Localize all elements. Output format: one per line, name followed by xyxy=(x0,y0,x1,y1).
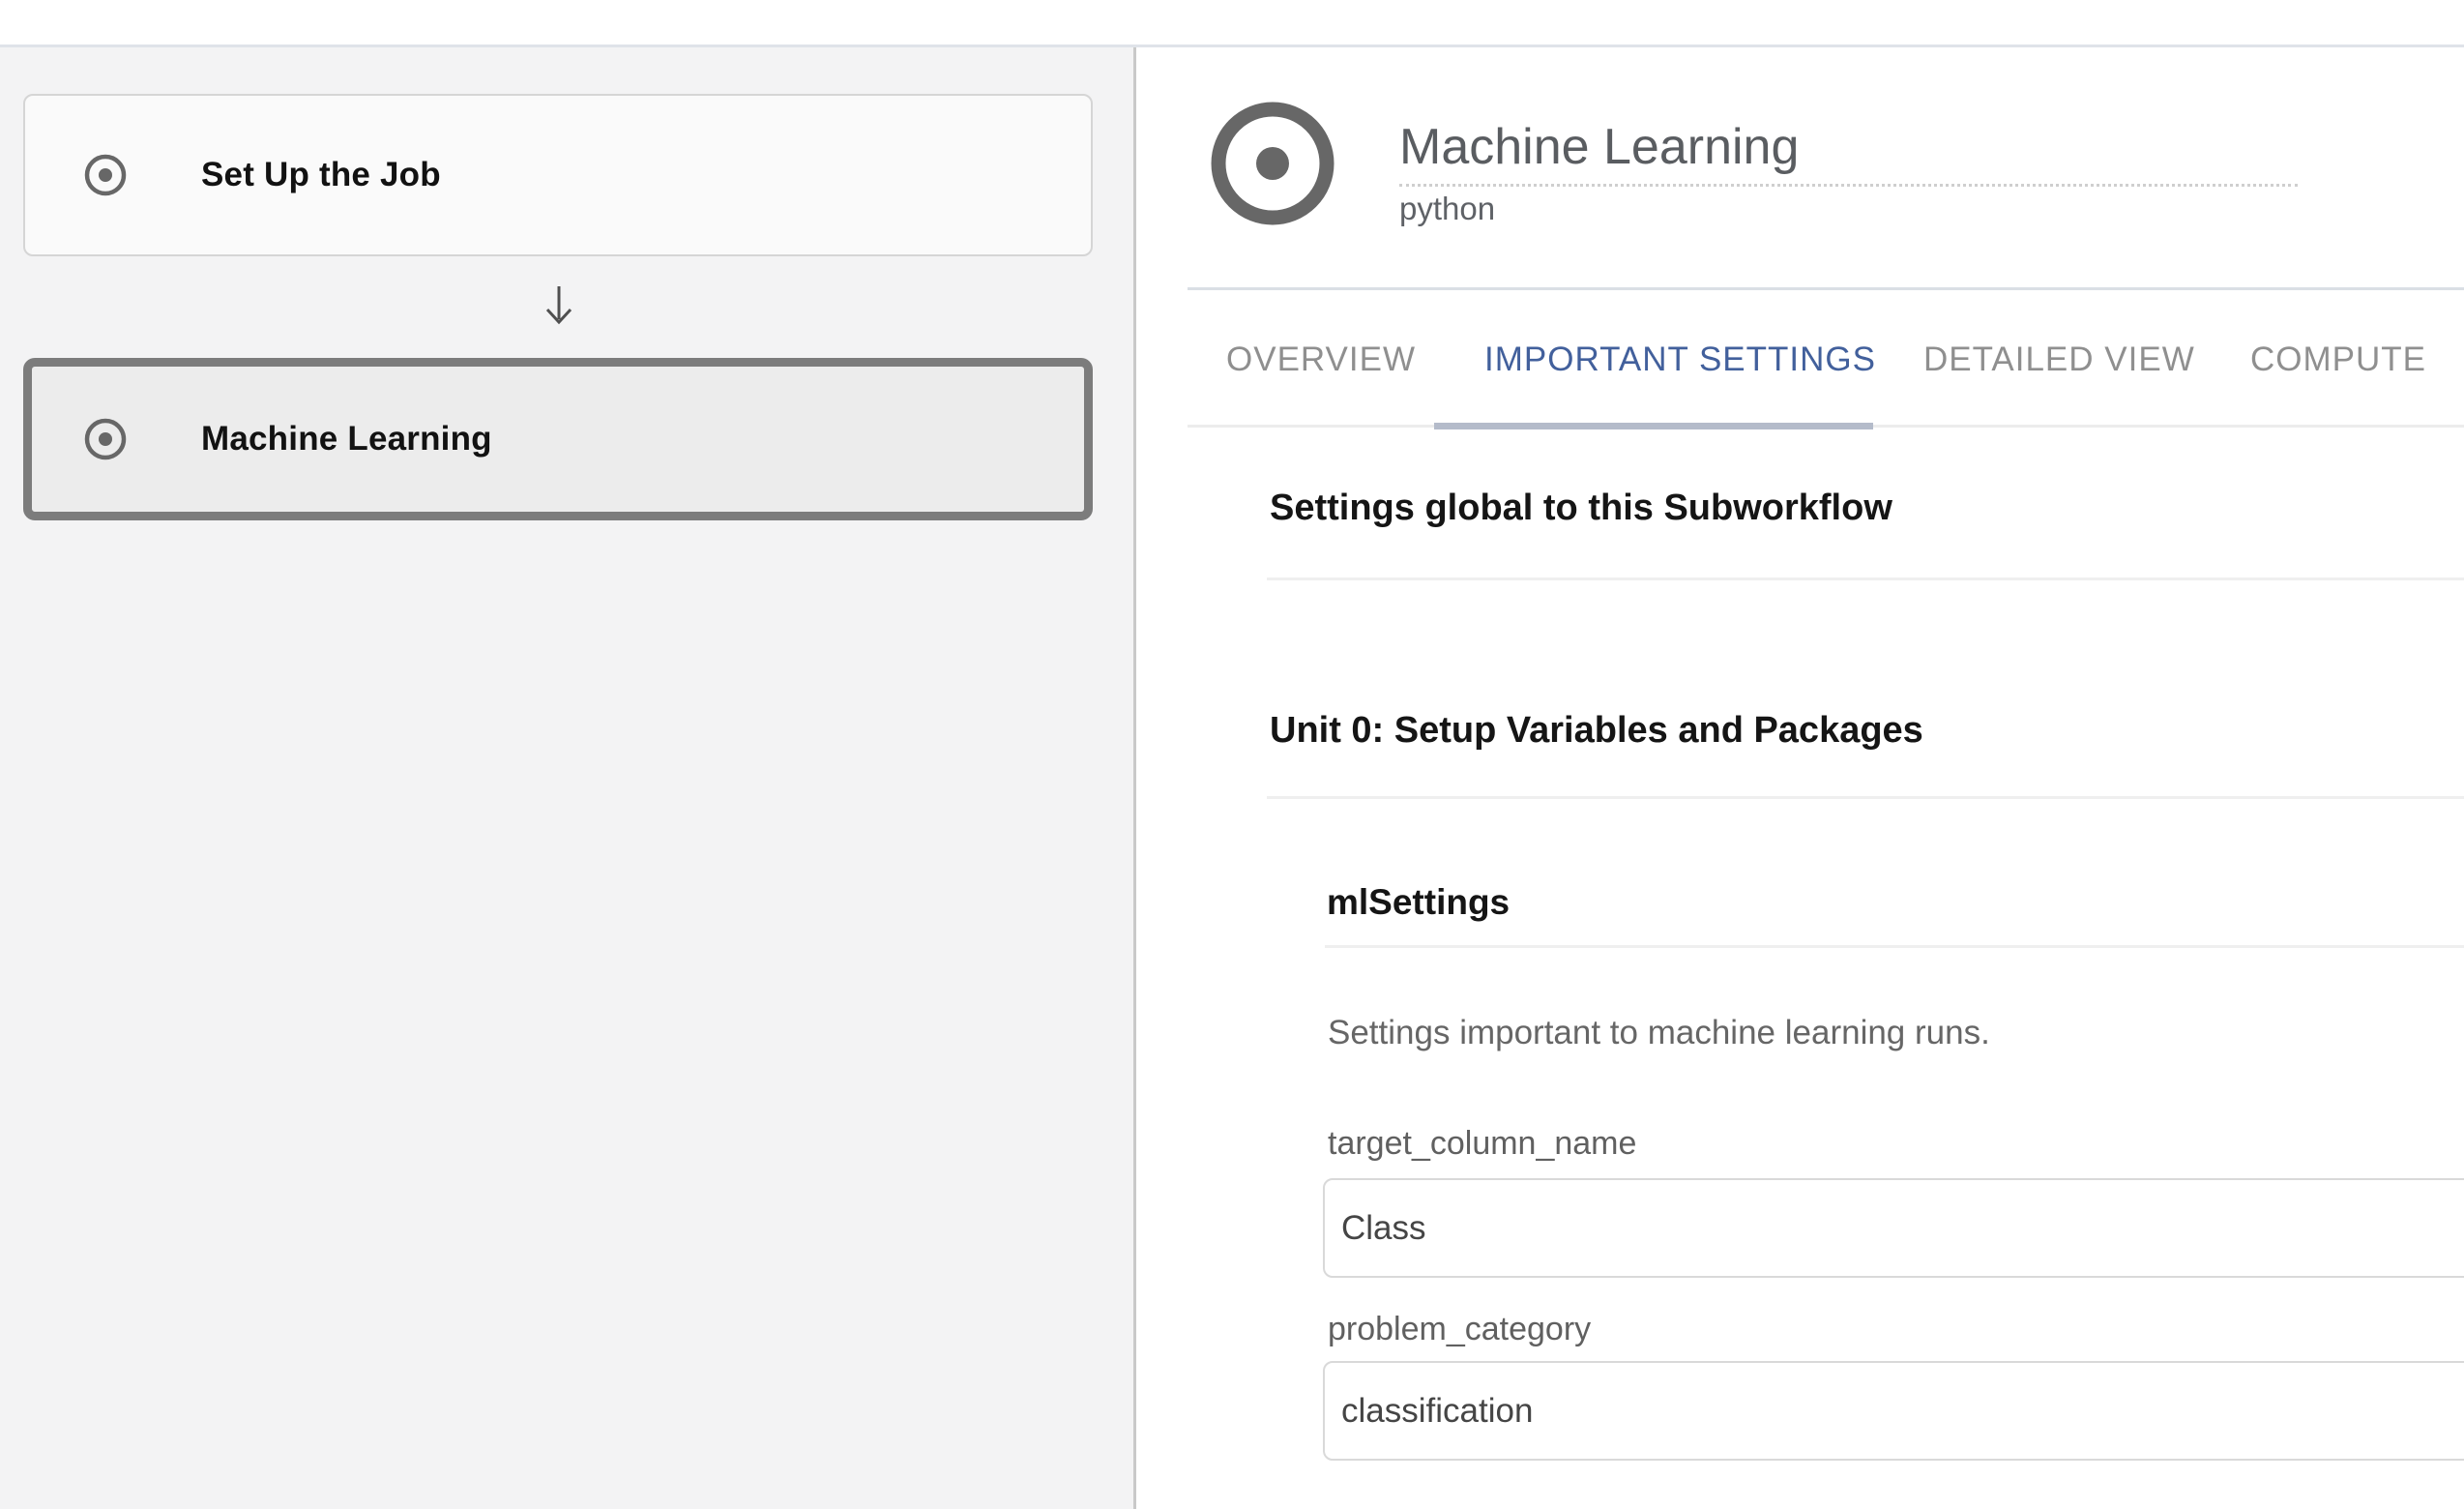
divider xyxy=(1188,287,2464,290)
app-window: Set Up the Job Machine Learning Machine … xyxy=(0,0,2464,1509)
tab-overview[interactable]: OVERVIEW xyxy=(1226,339,1416,381)
tab-compute[interactable]: COMPUTE xyxy=(2250,339,2426,381)
divider xyxy=(1267,577,2464,580)
divider xyxy=(1267,796,2464,799)
target-circle-icon xyxy=(1209,100,1336,227)
detail-panel xyxy=(1137,47,2464,1509)
field-label-problem-category: problem_category xyxy=(1328,1308,1591,1350)
subtitle-language: python xyxy=(1399,191,1495,227)
tab-detailed-view[interactable]: DETAILED VIEW xyxy=(1923,339,2195,381)
radio-icon xyxy=(84,154,127,196)
radio-icon xyxy=(84,418,127,460)
section-heading-unit: Unit 0: Setup Variables and Packages xyxy=(1270,709,1923,752)
arrow-down-icon xyxy=(538,281,580,329)
node-label: Machine Learning xyxy=(201,358,878,520)
field-label-target-column-name: target_column_name xyxy=(1328,1122,1636,1165)
problem-category-input[interactable] xyxy=(1323,1361,2464,1461)
section-heading-global: Settings global to this Subworkflow xyxy=(1270,487,1892,529)
node-label: Set Up the Job xyxy=(201,94,878,256)
title-underline xyxy=(1399,163,2298,187)
active-tab-indicator xyxy=(1434,423,1873,429)
workflow-panel xyxy=(0,47,1136,1509)
card-description: Settings important to machine learning r… xyxy=(1328,1012,1990,1054)
settings-card-title: mlSettings xyxy=(1327,881,1510,924)
target-column-name-input[interactable] xyxy=(1323,1178,2464,1278)
top-bar xyxy=(0,0,2464,47)
divider xyxy=(1325,945,2464,948)
tab-important-settings[interactable]: IMPORTANT SETTINGS xyxy=(1484,339,1876,381)
